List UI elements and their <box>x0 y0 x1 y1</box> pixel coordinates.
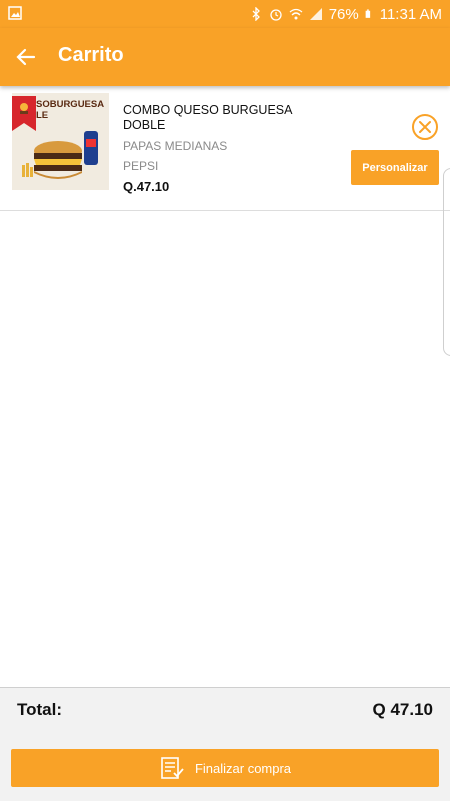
wifi-icon <box>289 8 303 20</box>
app-bar: Carrito <box>0 28 450 86</box>
product-name: COMBO QUESO BURGUESA DOBLE <box>123 103 292 132</box>
total-label: Total: <box>17 700 63 719</box>
product-image-text: SOBURGUESA LE <box>36 99 104 121</box>
clock: 11:31 AM <box>379 5 442 23</box>
total-value: Q 47.10 <box>372 700 434 719</box>
checkout-label: Finalizar compra <box>194 760 292 776</box>
bluetooth-icon <box>252 7 260 21</box>
status-bar: 76% 11:31 AM <box>0 0 450 28</box>
status-right: 76% 11:31 AM <box>249 4 442 24</box>
arrow-left-icon[interactable] <box>14 45 38 69</box>
battery-icon <box>365 9 370 18</box>
alarm-icon <box>270 9 282 21</box>
total-bar: Total: Q 47.10 Finalizar compra <box>0 687 450 801</box>
page-title: Carrito <box>58 44 124 66</box>
customize-button[interactable]: Personalizar <box>351 150 439 185</box>
close-circle-icon[interactable] <box>411 113 439 141</box>
image-icon <box>8 6 22 20</box>
product-price: Q.47.10 <box>123 179 170 194</box>
battery-percentage: 76% <box>328 5 359 23</box>
signal-icon <box>309 8 322 20</box>
product-option: PAPAS MEDIANAS <box>123 139 228 153</box>
scroll-handle[interactable] <box>443 168 450 356</box>
product-option: PEPSI <box>123 159 159 173</box>
product-image: SOBURGUESA LE <box>12 93 109 190</box>
checklist-icon <box>161 757 184 779</box>
checkout-button[interactable]: Finalizar compra <box>11 749 439 787</box>
cart-item: SOBURGUESA LE COMBO QUESO BURGUESA DOBLE… <box>0 86 450 211</box>
